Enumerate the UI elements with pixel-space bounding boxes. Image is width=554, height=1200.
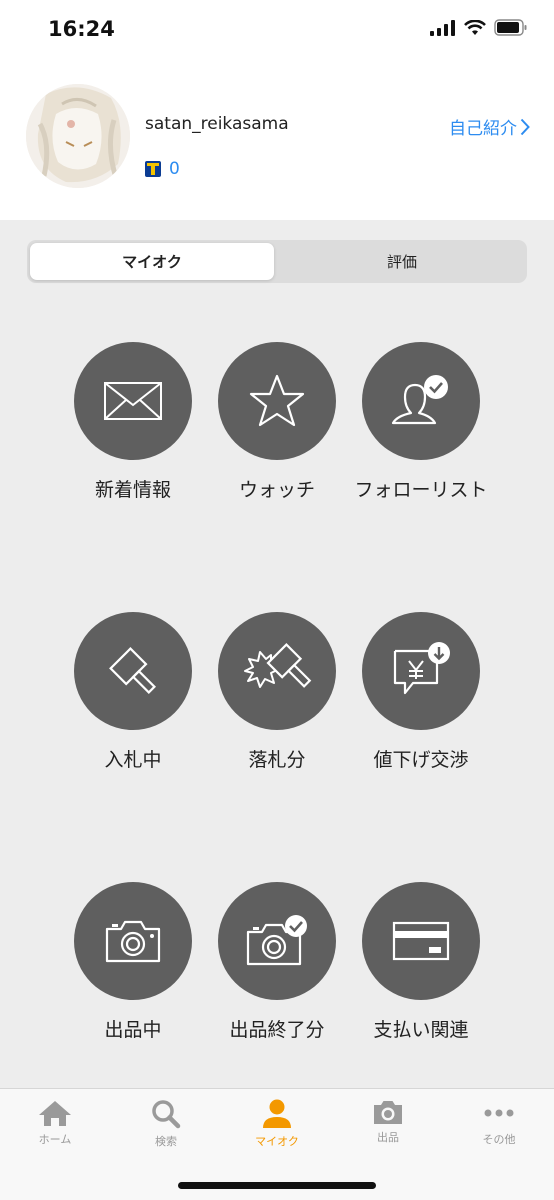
self-intro-link[interactable]: 自己紹介 [449,114,530,139]
person-icon [263,1099,291,1128]
menu-payment[interactable]: 支払い関連 [346,882,496,1042]
camera-icon [105,920,161,963]
tab-rating[interactable]: 評価 [280,243,524,280]
tab-sell[interactable]: 出品 [333,1099,443,1145]
menu-bidding[interactable]: 入札中 [58,612,208,772]
tab-label: ホーム [38,1133,72,1146]
signal-icon [430,19,455,36]
tab-more[interactable]: その他 [444,1099,554,1147]
follow-user-icon [391,375,448,425]
username: satan_reikasama [145,114,289,134]
camera-icon [374,1101,402,1124]
menu-label: 新着情報 [94,479,171,501]
self-intro-label: 自己紹介 [449,119,517,139]
menu-label: 値下げ交渉 [373,749,469,771]
tab-search[interactable]: 検索 [111,1099,221,1149]
menu-label: 出品終了分 [229,1019,325,1041]
tab-label: その他 [482,1133,516,1146]
tpoint-value: 0 [169,159,180,179]
price-down-icon [393,642,450,695]
status-icons [430,19,528,36]
menu-label: 支払い関連 [373,1019,469,1041]
envelope-icon [104,382,162,420]
menu-label: 落札分 [248,749,306,771]
menu-label: 出品中 [104,1019,162,1041]
star-icon [249,374,305,427]
menu-follow-list[interactable]: フォローリスト [346,342,496,502]
battery-icon [494,19,527,36]
credit-card-icon [392,921,450,961]
menu-label: フォローリスト [354,479,488,501]
more-icon [484,1109,514,1117]
tab-myauction-nav[interactable]: マイオク [222,1099,332,1149]
segmented-control: マイオク 評価 [27,240,527,283]
menu-price-negotiation[interactable]: 値下げ交渉 [346,612,496,772]
menu-listing-ended[interactable]: 出品終了分 [202,882,352,1042]
home-icon [39,1101,71,1126]
tab-label: マイオク [255,1135,299,1148]
tpoint-icon [145,161,161,177]
menu-watch[interactable]: ウォッチ [202,342,352,502]
menu-label: ウォッチ [238,479,315,501]
menu-won[interactable]: 落札分 [202,612,352,772]
menu-listing[interactable]: 出品中 [58,882,208,1042]
status-bar: 16:24 [0,0,554,60]
main-area: マイオク 評価 新着情報 ウォッチ フォローリスト 入札中 落札分 値下げ交渉 … [0,220,554,1088]
gavel-won-icon [244,643,312,688]
profile-header: satan_reikasama 0 自己紹介 [0,60,554,220]
home-indicator [178,1182,376,1189]
tab-myauction[interactable]: マイオク [30,243,274,280]
tab-label: 検索 [155,1135,177,1148]
tab-home[interactable]: ホーム [0,1099,110,1147]
search-icon [152,1100,181,1129]
tab-label: 出品 [377,1131,399,1144]
chevron-right-icon [520,118,530,135]
camera-check-icon [246,915,307,966]
wifi-icon [464,19,486,35]
menu-label: 入札中 [104,749,162,771]
avatar[interactable] [26,84,130,188]
tpoint[interactable]: 0 [145,159,180,179]
gavel-icon [109,647,157,695]
menu-news[interactable]: 新着情報 [58,342,208,502]
status-time: 16:24 [48,17,115,41]
